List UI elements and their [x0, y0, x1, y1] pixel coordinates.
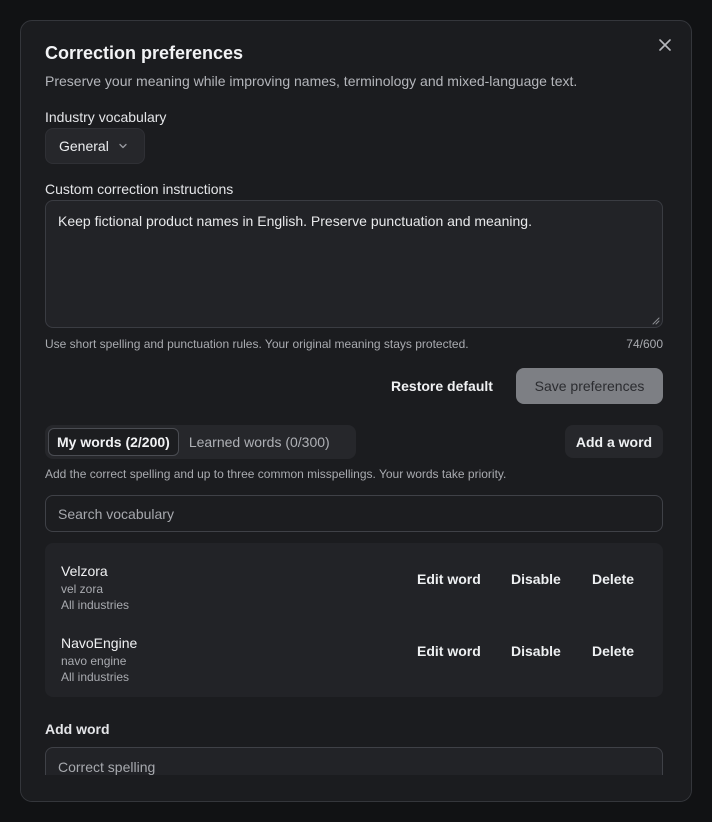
instructions-text: Keep fictional product names in English.…	[58, 213, 532, 229]
word-industry: All industries	[61, 598, 130, 612]
dialog-title: Correction preferences	[45, 43, 244, 63]
search-vocabulary-input[interactable]: Search vocabulary	[45, 495, 663, 532]
save-preferences-button[interactable]: Save preferences	[516, 368, 663, 404]
correction-preferences-dialog: Correction preferences Preserve your mea…	[20, 20, 692, 802]
add-word-label: Add word	[45, 721, 110, 737]
character-counter: 74/600	[626, 337, 663, 351]
delete-word-button[interactable]: Delete	[592, 571, 634, 587]
custom-instructions-textarea[interactable]: Keep fictional product names in English.…	[45, 200, 663, 328]
add-a-word-button[interactable]: Add a word	[565, 425, 663, 458]
list-item: Velzora vel zora All industries Edit wor…	[45, 559, 663, 619]
words-tabs: My words (2/200) Learned words (0/300)	[45, 425, 356, 459]
correct-spelling-placeholder: Correct spelling	[58, 759, 156, 775]
dialog-subtitle: Preserve your meaning while improving na…	[45, 73, 578, 89]
edit-word-button[interactable]: Edit word	[417, 571, 481, 587]
word-industry: All industries	[61, 670, 130, 684]
word-misspelling: vel zora	[61, 582, 104, 596]
select-value: General	[59, 138, 109, 154]
tab-my-words[interactable]: My words (2/200)	[48, 428, 179, 456]
word-spelling: NavoEngine	[61, 635, 138, 651]
restore-default-button[interactable]: Restore default	[377, 368, 507, 404]
disable-word-button[interactable]: Disable	[511, 643, 561, 659]
industry-vocabulary-select[interactable]: General	[45, 128, 145, 164]
word-spelling: Velzora	[61, 563, 108, 579]
disable-word-button[interactable]: Disable	[511, 571, 561, 587]
word-list: Velzora vel zora All industries Edit wor…	[45, 543, 663, 697]
search-placeholder: Search vocabulary	[58, 505, 174, 522]
instructions-hint: Use short spelling and punctuation rules…	[45, 337, 469, 351]
chevron-down-icon	[118, 141, 128, 151]
dialog-footer-mask	[21, 775, 691, 801]
close-button[interactable]	[655, 35, 675, 55]
words-helper-text: Add the correct spelling and up to three…	[45, 467, 507, 481]
list-item: NavoEngine navo engine All industries Ed…	[45, 631, 663, 691]
edit-word-button[interactable]: Edit word	[417, 643, 481, 659]
tab-learned-words[interactable]: Learned words (0/300)	[181, 428, 338, 456]
word-misspelling: navo engine	[61, 654, 127, 668]
custom-instructions-label: Custom correction instructions	[45, 181, 234, 197]
resize-handle-icon[interactable]	[652, 317, 660, 325]
delete-word-button[interactable]: Delete	[592, 643, 634, 659]
close-icon	[659, 39, 671, 51]
industry-vocabulary-label: Industry vocabulary	[45, 109, 167, 125]
